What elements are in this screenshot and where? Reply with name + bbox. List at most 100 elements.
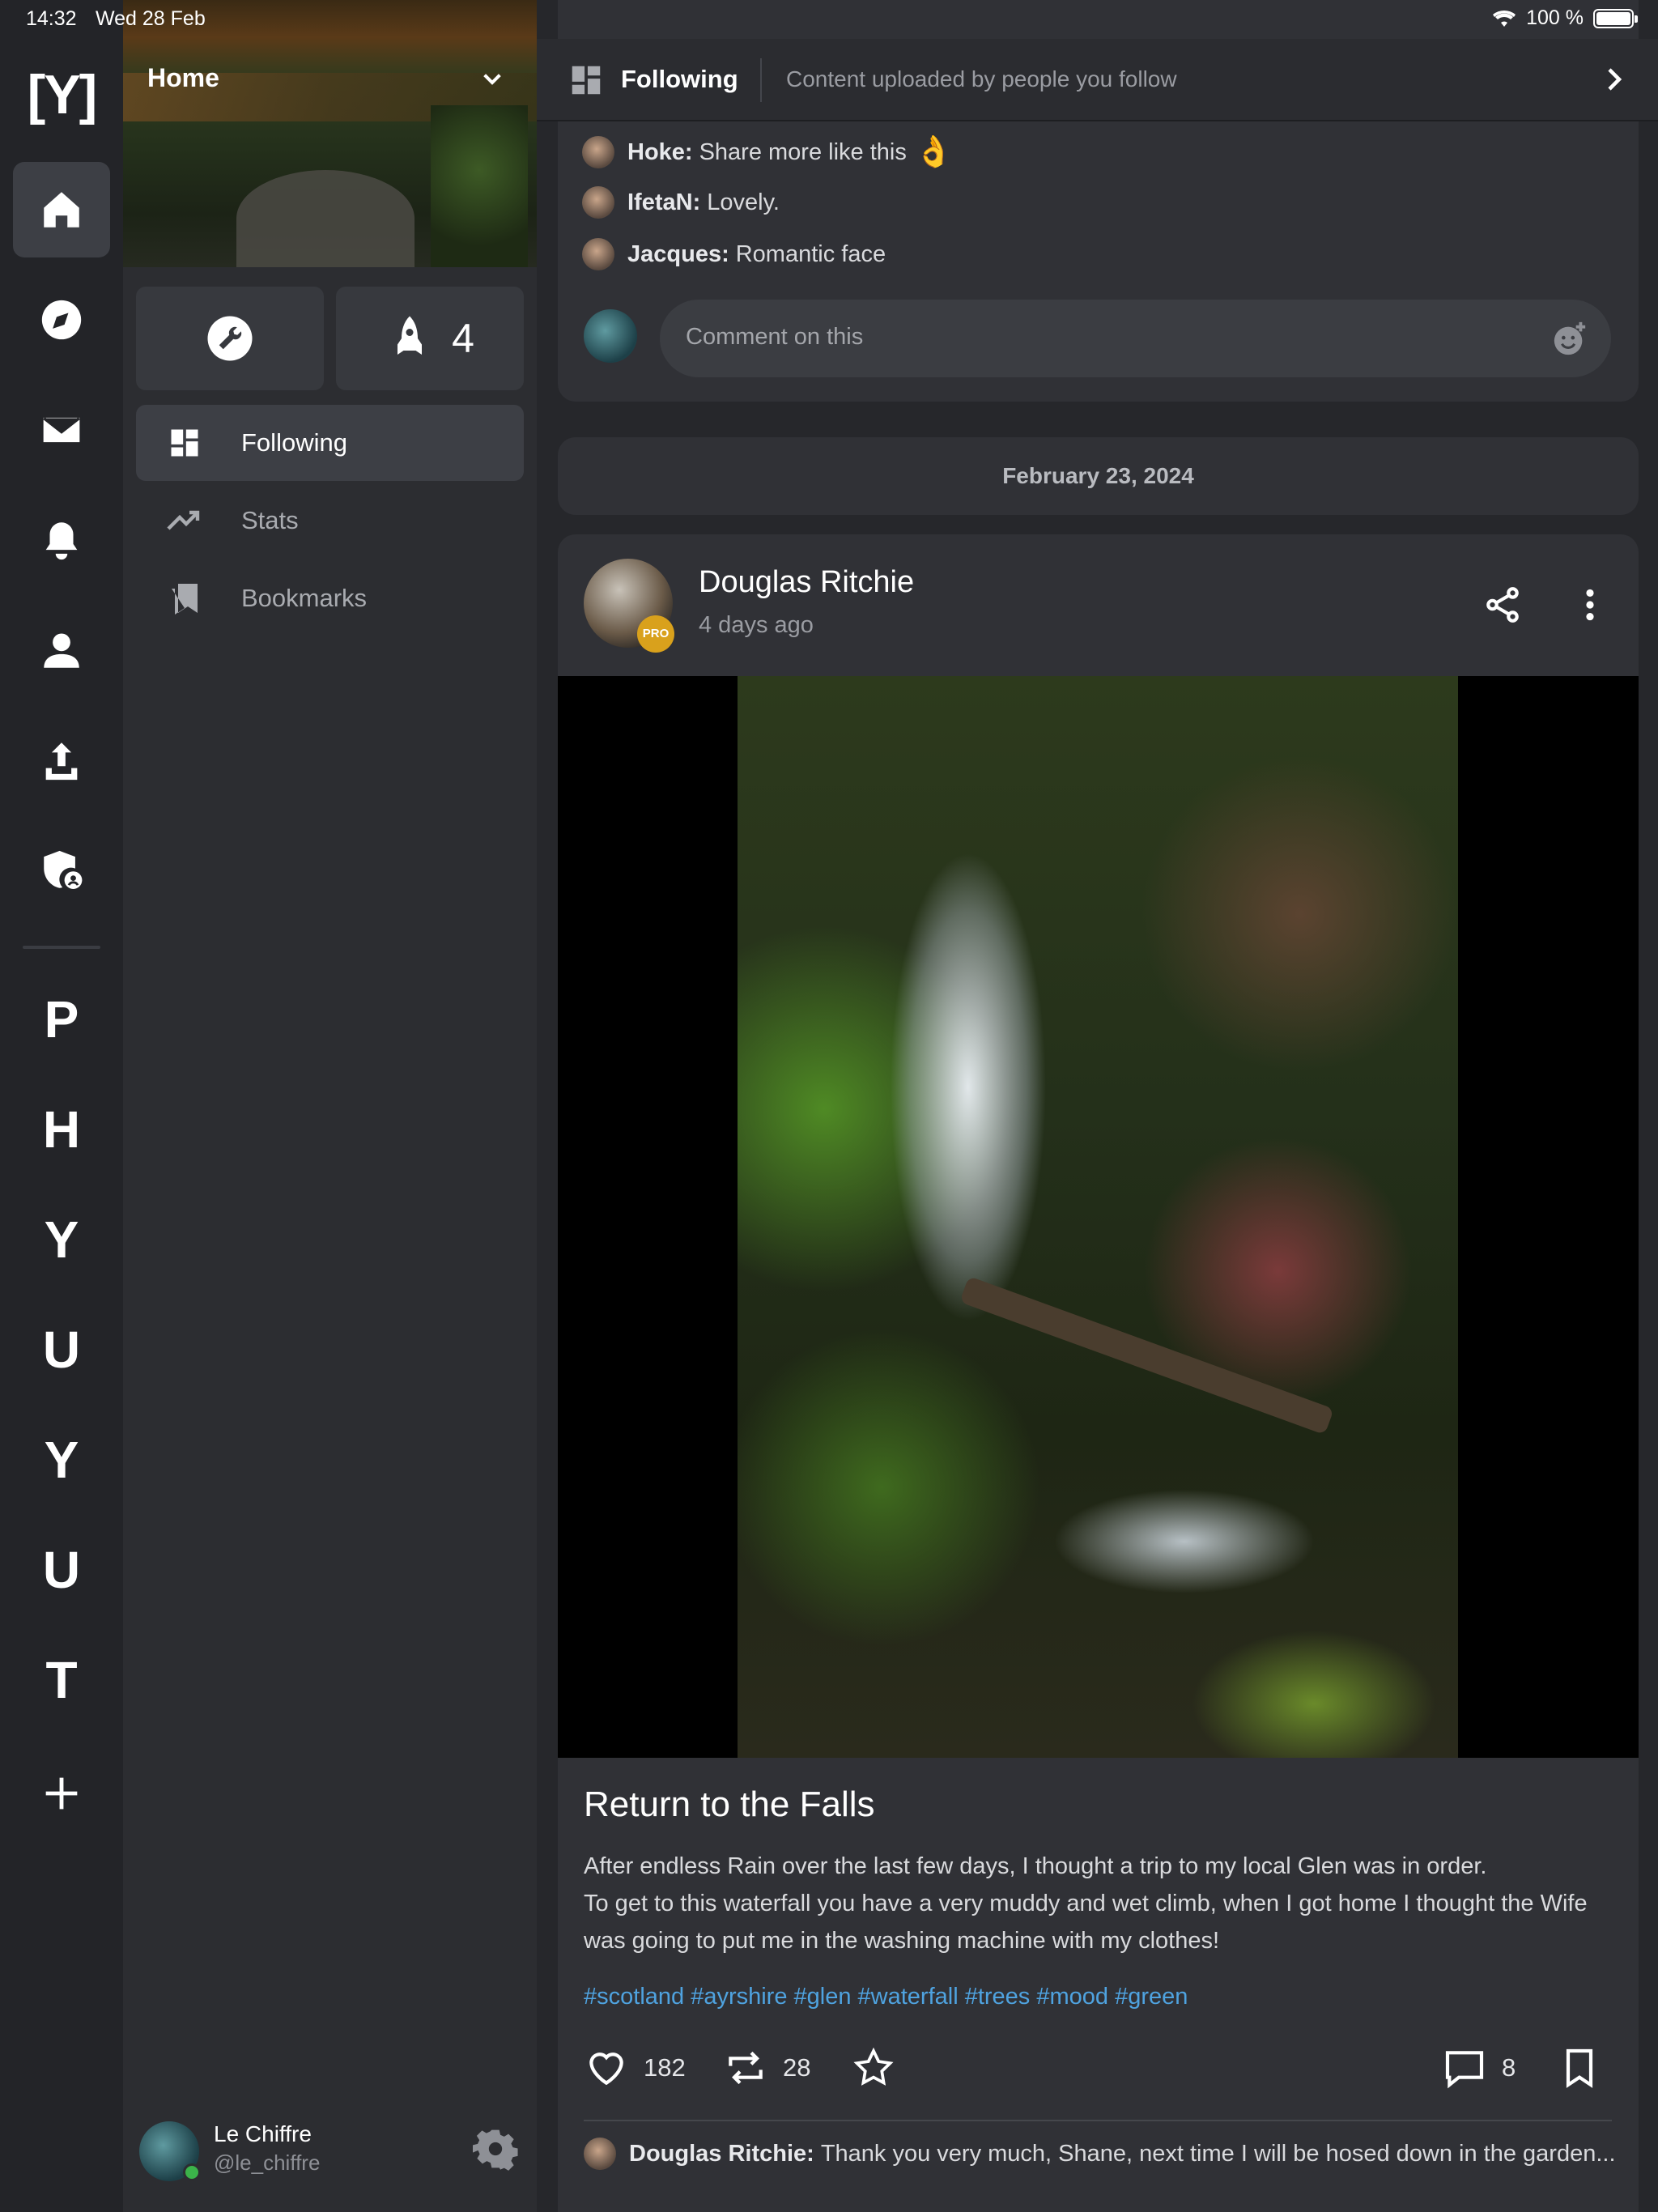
chevron-down-icon[interactable] xyxy=(479,66,505,92)
home-icon[interactable] xyxy=(13,162,110,257)
rocket-icon xyxy=(397,316,423,355)
favorite-button[interactable] xyxy=(851,2045,896,2091)
rail-community-y[interactable]: Y xyxy=(0,1210,123,1270)
status-date: Wed 28 Feb xyxy=(96,7,206,30)
rail-community-h[interactable]: H xyxy=(0,1100,123,1159)
comment-text: Lovely. xyxy=(707,189,780,215)
nav-label-following: Following xyxy=(241,428,347,457)
dashboard-icon xyxy=(572,66,601,95)
post-image-frame[interactable] xyxy=(558,676,1639,1758)
online-indicator xyxy=(183,2163,201,2181)
post-photo[interactable] xyxy=(738,676,1458,1758)
compass-icon[interactable] xyxy=(13,272,110,368)
home-dropdown[interactable]: Home xyxy=(147,63,219,93)
avatar[interactable] xyxy=(582,186,614,219)
comment-author[interactable]: Hoke: xyxy=(627,139,693,166)
post-tags[interactable]: #scotland #ayrshire #glen #waterfall #tr… xyxy=(584,1984,1188,2010)
nav-item-following[interactable]: Following xyxy=(136,405,524,481)
upload-icon[interactable] xyxy=(13,713,110,808)
post-time: 4 days ago xyxy=(699,612,814,638)
nav-label-stats: Stats xyxy=(241,506,299,534)
comment-emoji: 👌 xyxy=(914,135,954,169)
comment-text: Romantic face xyxy=(735,240,886,267)
wifi-icon xyxy=(1493,10,1516,27)
post-title: Return to the Falls xyxy=(584,1784,875,1824)
comment-count: 8 xyxy=(1502,2053,1516,2082)
share-icon[interactable] xyxy=(1482,585,1523,625)
bookmark-button[interactable] xyxy=(1557,2045,1602,2091)
nav-item-stats[interactable]: Stats xyxy=(136,483,524,559)
user-handle: @le_chiffre xyxy=(214,2150,321,2175)
status-bar: 14:32 Wed 28 Feb 100 % xyxy=(0,0,1658,39)
star-icon xyxy=(853,2047,894,2086)
app-logo[interactable]: [Y] xyxy=(0,63,123,126)
comment-author[interactable]: Jacques: xyxy=(627,241,729,268)
rail-community-t[interactable]: T xyxy=(0,1650,123,1710)
cover-image xyxy=(123,0,537,267)
feed-subtitle: Content uploaded by people you follow xyxy=(786,66,1177,91)
feed-title: Following xyxy=(621,65,738,93)
rail-community-p[interactable]: P xyxy=(0,989,123,1049)
like-count: 182 xyxy=(644,2053,686,2082)
post-actions: 182 28 8 xyxy=(584,2045,1612,2102)
nav-item-bookmarks[interactable]: Bookmarks xyxy=(136,560,524,636)
repost-count: 28 xyxy=(783,2053,811,2082)
comment-text: Share more like this xyxy=(699,138,907,165)
rail-divider xyxy=(23,946,100,949)
rail-community-u[interactable]: U xyxy=(0,1320,123,1380)
post-paragraph: To get to this waterfall you have a very… xyxy=(584,1891,1588,1954)
like-button[interactable]: 182 xyxy=(584,2045,686,2091)
shield-user-icon[interactable] xyxy=(13,823,110,918)
bookmark-icon xyxy=(1566,2048,1593,2088)
pro-badge: PRO xyxy=(637,615,674,653)
feed: Hoke: Share more like this 👌 IfetaN: Lov… xyxy=(537,0,1658,2212)
dashboard-icon xyxy=(165,423,204,462)
repost-button[interactable]: 28 xyxy=(723,2045,810,2091)
avatar[interactable] xyxy=(584,309,637,363)
battery-percent: 100 % xyxy=(1526,6,1584,29)
post-card: PRO Douglas Ritchie 4 days ago Return to… xyxy=(558,534,1639,2212)
comment-author[interactable]: Douglas Ritchie: xyxy=(629,2141,814,2167)
date-divider: February 23, 2024 xyxy=(558,437,1639,515)
comment-author[interactable]: IfetaN: xyxy=(627,189,700,216)
mail-icon[interactable] xyxy=(13,382,110,478)
divider xyxy=(584,2120,1612,2121)
bell-icon[interactable] xyxy=(13,492,110,588)
avatar[interactable] xyxy=(584,2138,616,2170)
emoji-add-icon[interactable] xyxy=(1551,321,1588,358)
repost-icon xyxy=(729,2051,763,2085)
avatar[interactable] xyxy=(582,238,614,270)
battery-icon xyxy=(1593,8,1638,28)
post-body: After endless Rain over the last few day… xyxy=(584,1848,1620,1959)
comment-row: IfetaN: Lovely. xyxy=(582,186,780,219)
side-panel: Home 4 Following Stats Bookmarks Le Chif… xyxy=(123,0,537,2212)
gear-icon[interactable] xyxy=(473,2126,518,2172)
current-user[interactable]: Le Chiffre @le_chiffre xyxy=(123,2097,537,2212)
comment-row: Hoke: Share more like this 👌 xyxy=(582,134,953,170)
comment-text: Thank you very much, Shane, next time I … xyxy=(820,2140,1616,2167)
boost-count: 4 xyxy=(452,316,474,361)
comments-button[interactable]: 8 xyxy=(1442,2045,1516,2091)
person-icon[interactable] xyxy=(13,602,110,698)
trending-icon xyxy=(165,501,204,540)
feed-header: Following Content uploaded by people you… xyxy=(537,39,1658,121)
plus-icon[interactable] xyxy=(13,1746,110,1841)
rail-community-u2[interactable]: U xyxy=(0,1540,123,1600)
tools-button[interactable] xyxy=(136,287,324,390)
rail-community-y2[interactable]: Y xyxy=(0,1430,123,1490)
chevron-right-icon[interactable] xyxy=(1600,65,1629,94)
icon-rail: [Y] P H Y U Y U T xyxy=(0,0,123,2212)
avatar[interactable] xyxy=(139,2121,201,2181)
status-right: 100 % xyxy=(1492,6,1638,30)
post-author[interactable]: Douglas Ritchie xyxy=(699,565,914,600)
post-paragraph: After endless Rain over the last few day… xyxy=(584,1853,1487,1879)
comment-placeholder: Comment on this xyxy=(686,324,864,350)
more-vertical-icon[interactable] xyxy=(1570,585,1610,625)
status-time: 14:32 xyxy=(26,7,77,30)
header-divider xyxy=(760,58,762,102)
comment-input[interactable]: Comment on this xyxy=(660,300,1611,377)
boost-button[interactable]: 4 xyxy=(336,287,524,390)
user-name: Le Chiffre xyxy=(214,2121,312,2146)
comment-row: Jacques: Romantic face xyxy=(582,238,886,270)
avatar[interactable] xyxy=(582,136,614,168)
